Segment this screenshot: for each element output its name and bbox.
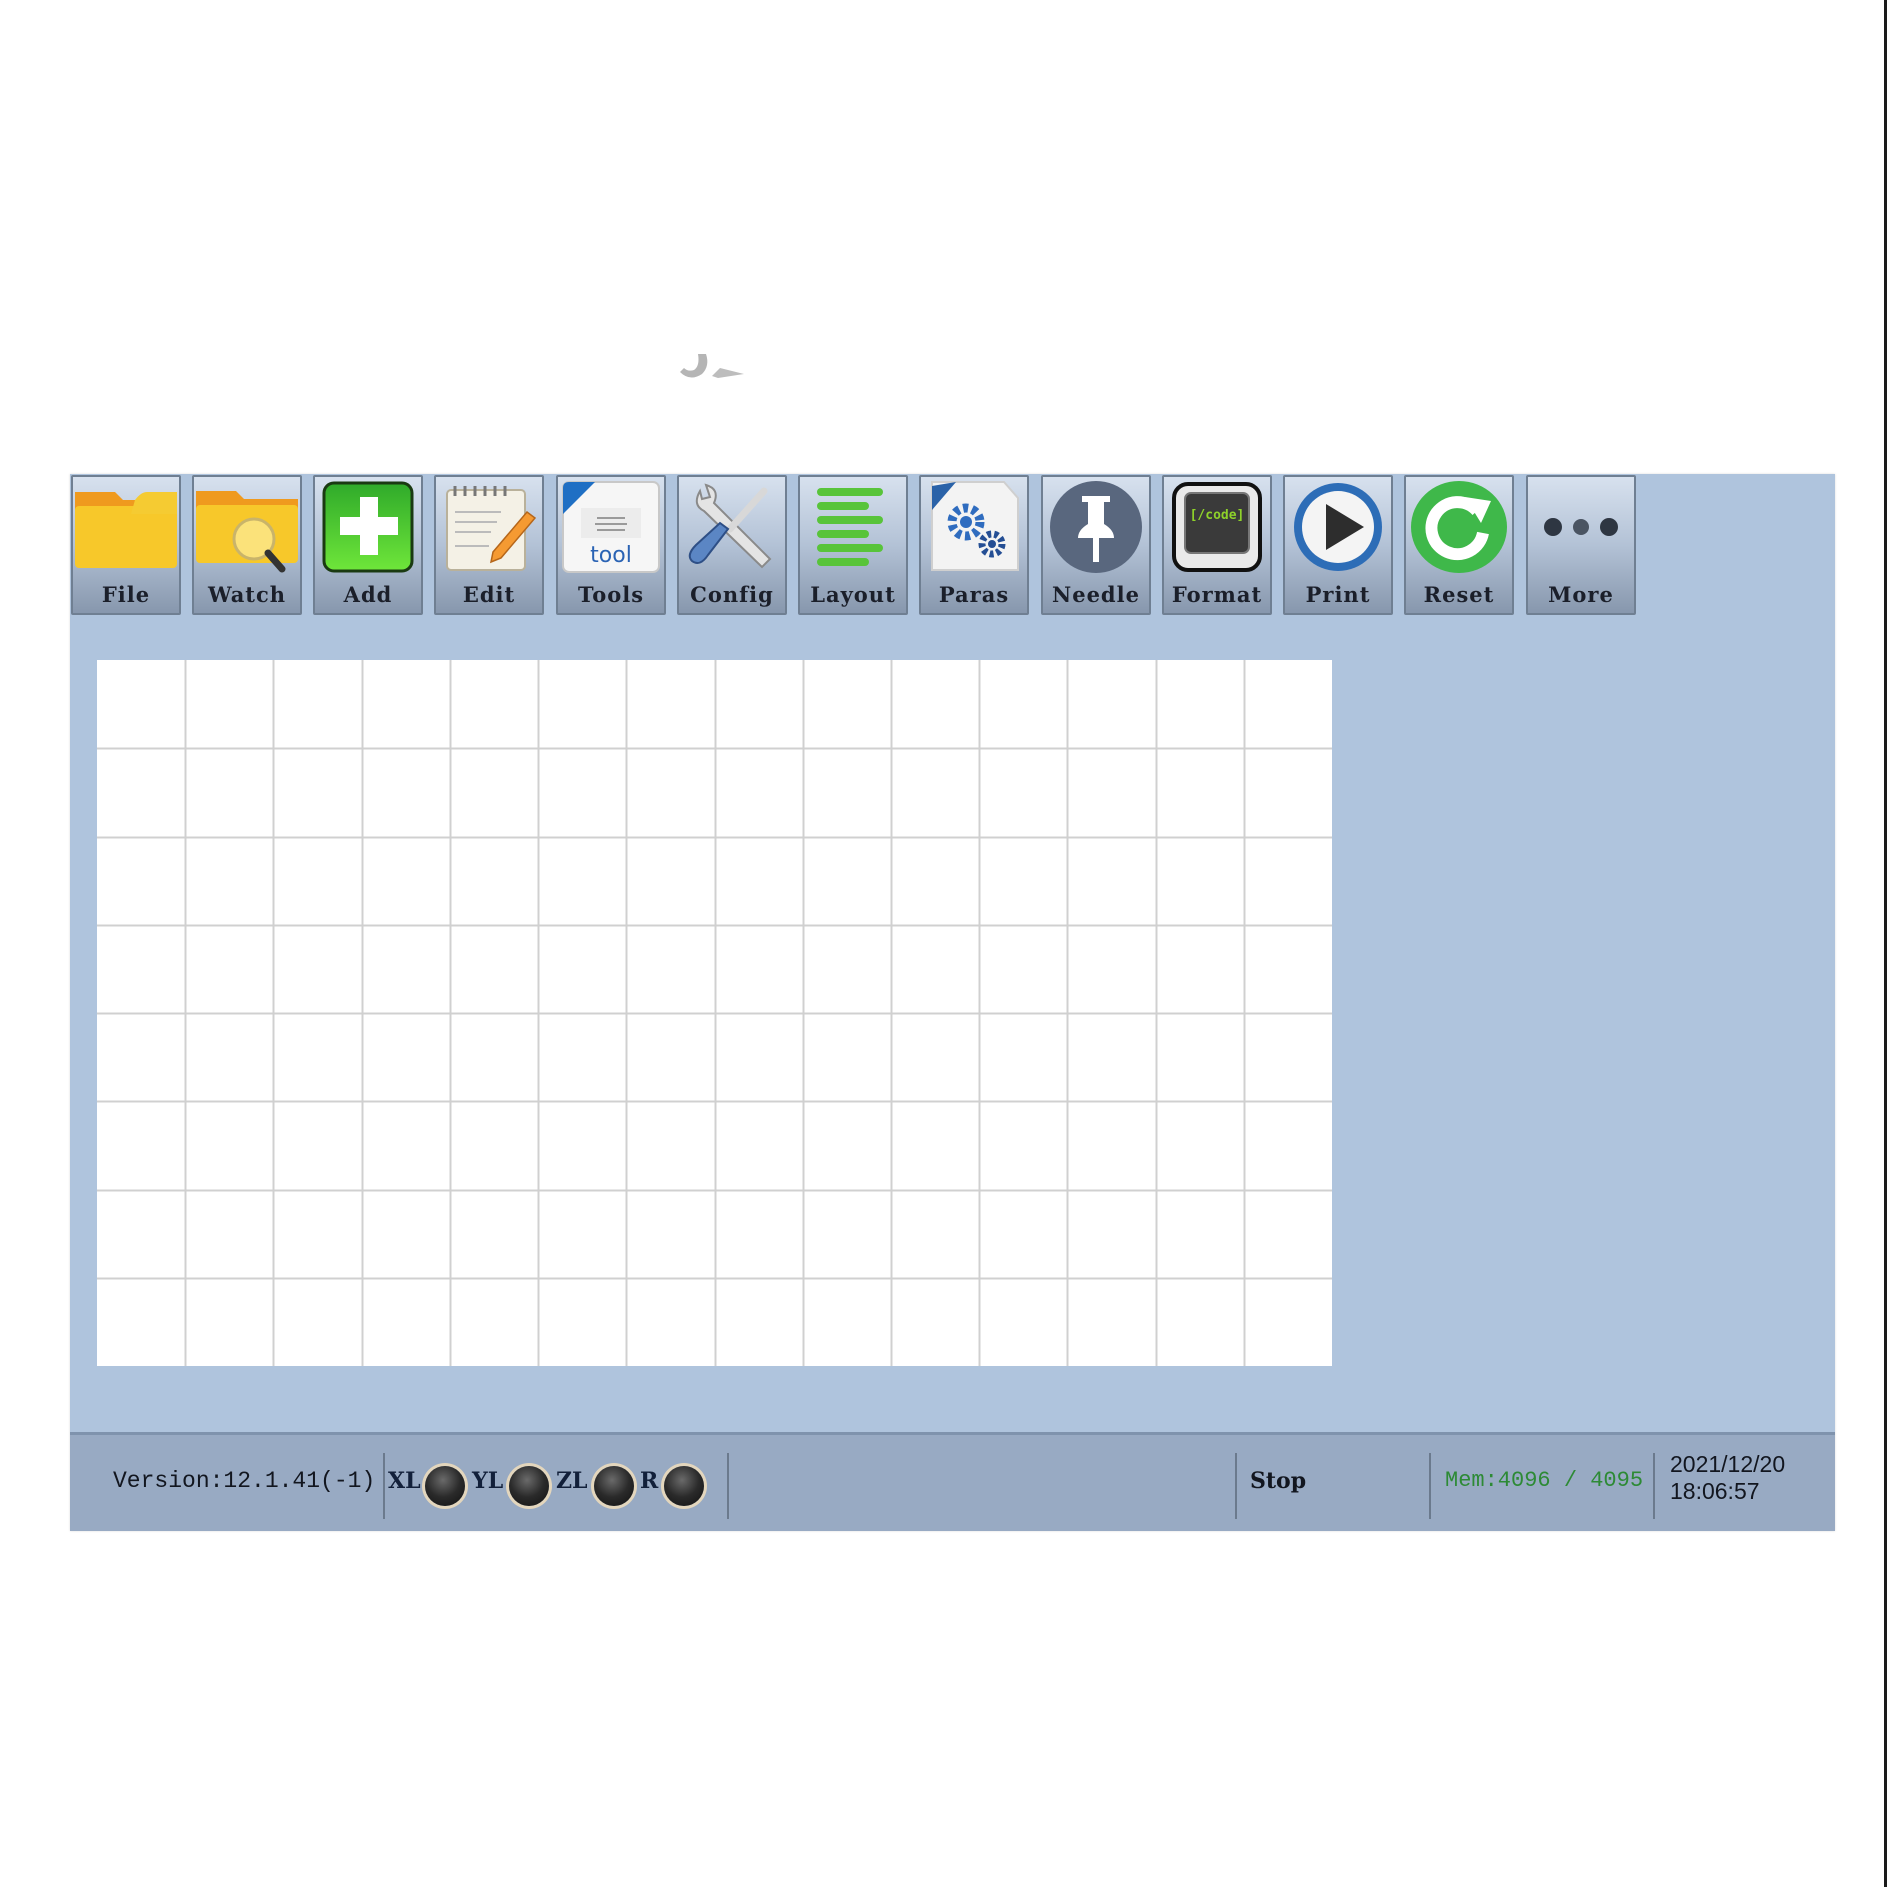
folder-search-icon	[196, 490, 298, 572]
led-label-zl: ZL	[556, 1468, 588, 1494]
needle-label: Needle	[1052, 582, 1140, 607]
align-lines-icon	[817, 487, 883, 566]
version-text: Version:12.1.41(-1)	[113, 1468, 376, 1494]
code-screen-icon: [/code]	[1172, 481, 1262, 572]
led-yl-indicator-icon	[509, 1466, 549, 1506]
pushpin-icon	[1050, 480, 1142, 573]
svg-text:[/code]: [/code]	[1190, 508, 1245, 523]
status-separator	[1429, 1453, 1431, 1519]
file-label: File	[101, 582, 151, 607]
config-button[interactable]: Config	[677, 475, 787, 615]
edit-label: Edit	[462, 582, 516, 607]
plus-icon	[322, 481, 414, 572]
watch-button[interactable]: Watch	[192, 475, 302, 615]
format-button[interactable]: [/code] Format	[1162, 475, 1272, 615]
grid-lines	[97, 660, 1332, 1366]
date-text: 2021/12/20	[1670, 1451, 1786, 1477]
led-label-yl: YL	[472, 1468, 504, 1494]
config-label: Config	[690, 582, 774, 607]
status-separator	[383, 1453, 385, 1519]
refresh-icon	[1411, 480, 1507, 573]
format-label: Format	[1171, 582, 1263, 607]
add-label: Add	[343, 582, 393, 607]
status-separator	[1235, 1453, 1237, 1519]
tools-button[interactable]: tool Tools	[556, 475, 666, 615]
memory-usage: Mem:4096 / 4095	[1445, 1468, 1644, 1493]
led-label-xl: XL	[388, 1468, 421, 1494]
svg-text:tool: tool	[590, 543, 632, 568]
datetime: 2021/12/20 18:06:57	[1670, 1451, 1785, 1505]
led-r-indicator-icon	[664, 1466, 704, 1506]
more-dots-icon	[1544, 517, 1618, 536]
app-window: File Watch Add Edit tool Tools Config La…	[70, 474, 1835, 1531]
print-button[interactable]: Print	[1283, 475, 1393, 615]
layout-label: Layout	[810, 582, 896, 607]
wrench-screwdriver-icon	[688, 483, 772, 568]
print-label: Print	[1305, 582, 1371, 607]
paras-button[interactable]: Paras	[919, 475, 1029, 615]
layout-canvas-grid[interactable]	[97, 660, 1332, 1366]
led-xl-indicator-icon	[425, 1466, 465, 1506]
status-separator	[727, 1453, 729, 1519]
add-button[interactable]: Add	[313, 475, 423, 615]
edit-button[interactable]: Edit	[434, 475, 544, 615]
needle-button[interactable]: Needle	[1041, 475, 1151, 615]
folder-icon	[75, 491, 177, 568]
layout-button[interactable]: Layout	[798, 475, 908, 615]
paras-label: Paras	[938, 582, 1010, 607]
reset-label: Reset	[1423, 582, 1495, 607]
status-separator	[1653, 1453, 1655, 1519]
tool-document-icon: tool	[562, 480, 660, 573]
file-button[interactable]: File	[71, 475, 181, 615]
tools-label: Tools	[577, 582, 645, 607]
machine-state: Stop	[1250, 1468, 1307, 1494]
more-label: More	[1548, 582, 1614, 607]
led-zl-indicator-icon	[594, 1466, 634, 1506]
time-text: 18:06:57	[1670, 1478, 1760, 1504]
notepad-pencil-icon	[446, 485, 537, 571]
led-label-r: R	[640, 1468, 659, 1494]
logo-fragment-icon	[680, 354, 744, 378]
play-icon	[1294, 482, 1382, 571]
watch-label: Watch	[207, 582, 287, 607]
gears-document-icon	[931, 480, 1019, 571]
reset-button[interactable]: Reset	[1404, 475, 1514, 615]
more-button[interactable]: More	[1526, 475, 1636, 615]
status-bar: Version:12.1.41(-1) XL YL ZL R Stop Mem:…	[70, 1432, 1835, 1531]
